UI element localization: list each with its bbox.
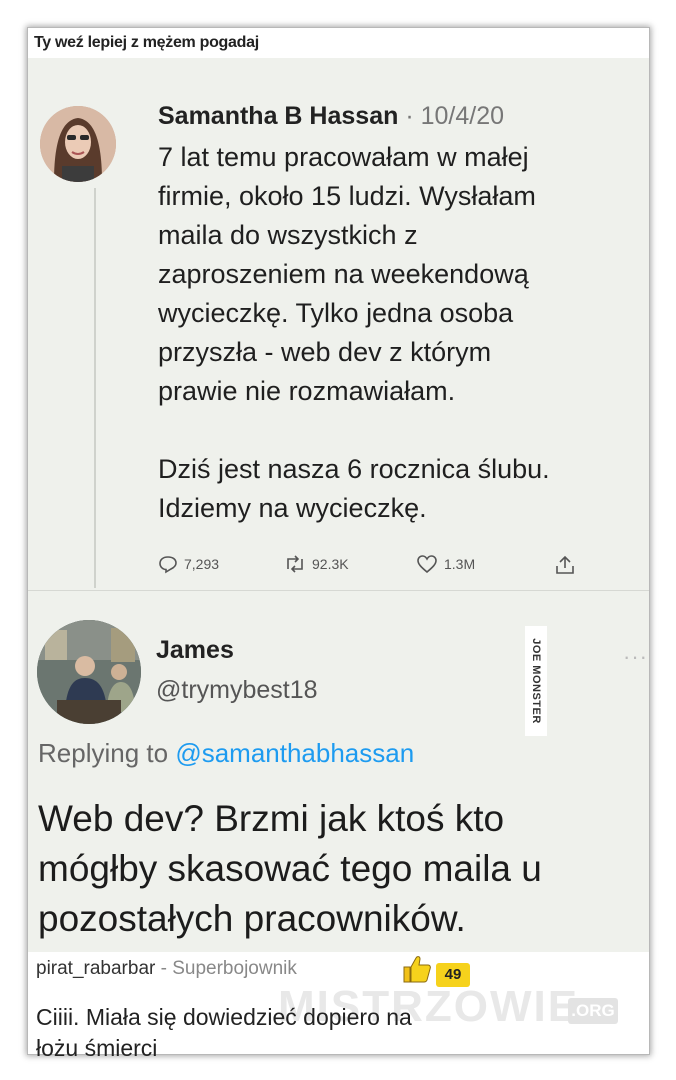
joe-monster-watermark: JOE MONSTER (525, 626, 547, 736)
tweet-divider (28, 590, 649, 591)
tweet2-handle[interactable]: @trymybest18 (156, 676, 318, 705)
retweet-icon (287, 555, 303, 573)
share-icon (556, 555, 574, 574)
thumbs-up-icon[interactable] (401, 954, 433, 984)
comment-separator: - (155, 958, 173, 979)
avatar-samantha (40, 106, 116, 182)
reply-icon (159, 556, 177, 574)
replying-prefix: Replying to (38, 738, 176, 768)
tweet2-text: Web dev? Brzmi jak ktoś kto mógłby skaso… (38, 798, 542, 939)
tweet1-paragraph: 7 lat temu pracowałam w małej firmie, ok… (158, 142, 536, 406)
post-card: Ty weź lepiej z mężem pogadaj Samantha B… (27, 27, 650, 1061)
tweet1-header: Samantha B Hassan · 10/4/20 (158, 102, 504, 131)
tweet-screenshot: Samantha B Hassan · 10/4/20 7 lat temu p… (28, 58, 649, 952)
thread-line (94, 188, 96, 588)
share-action[interactable] (554, 554, 576, 576)
tweet1-date[interactable]: 10/4/20 (421, 102, 504, 130)
like-count: 1.3M (444, 556, 476, 572)
retweet-count: 92.3K (312, 556, 349, 572)
tweet2-body: Web dev? Brzmi jak ktoś kto mógłby skaso… (38, 794, 638, 944)
comment-username[interactable]: pirat_rabarbar (36, 958, 155, 979)
reply-action[interactable]: 7,293 (158, 554, 219, 574)
comment-text: Ciiii. Miała się dowiedzieć dopiero na ł… (36, 1004, 412, 1061)
comment-header: pirat_rabarbar - Superbojownik (36, 958, 297, 980)
heart-icon (417, 555, 437, 574)
comment: MISTRZOWIE .ORG pirat_rabarbar - Superbo… (28, 952, 649, 1061)
more-options-icon[interactable]: ··· (623, 644, 648, 670)
comment-rank: Superbojownik (172, 958, 297, 979)
tweet1-author[interactable]: Samantha B Hassan (158, 102, 398, 130)
like-action[interactable]: 1.3M (416, 554, 475, 574)
replying-mention[interactable]: @samanthabhassan (175, 738, 414, 768)
tweet1-body: 7 lat temu pracowałam w małej firmie, ok… (158, 138, 648, 528)
avatar-james (37, 620, 141, 724)
retweet-action[interactable]: 92.3K (284, 554, 349, 574)
reply-count: 7,293 (184, 556, 220, 572)
replying-to: Replying to @samanthabhassan (38, 738, 414, 769)
post-title: Ty weź lepiej z mężem pogadaj (34, 34, 259, 51)
tweet1-paragraph: Dziś jest nasza 6 rocznica ślubu. Idziem… (158, 454, 550, 523)
tweet2-author[interactable]: James (156, 636, 234, 665)
tweet1-separator: · (405, 102, 414, 130)
